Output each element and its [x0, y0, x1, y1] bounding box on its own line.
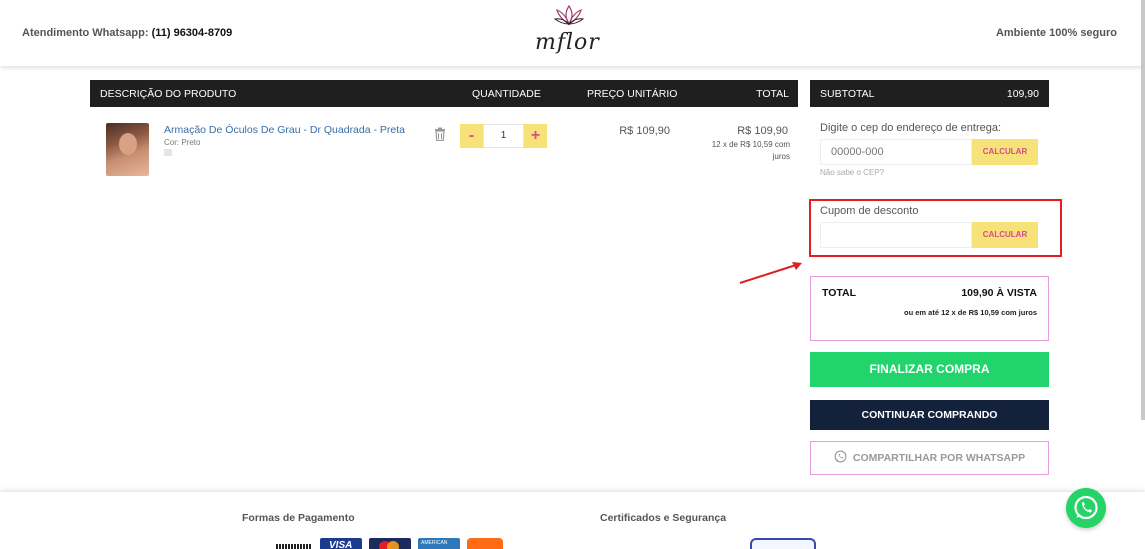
cart-table-header: DESCRIÇÃO DO PRODUTO QUANTIDADE PREÇO UN…	[90, 80, 798, 107]
item-installments: 12 x de R$ 10,59 com juros	[711, 140, 790, 161]
calculate-shipping-button[interactable]: CALCULAR	[972, 139, 1038, 165]
item-total-price: R$ 109,90	[737, 125, 788, 137]
share-whatsapp-button[interactable]: COMPARTILHAR POR WHATSAPP	[810, 441, 1049, 475]
payment-methods-title: Formas de Pagamento	[242, 512, 355, 524]
product-name-link[interactable]: Armação De Óculos De Grau - Dr Quadrada …	[164, 124, 405, 136]
site-footer	[0, 492, 1145, 549]
quantity-decrease-button[interactable]: -	[460, 124, 483, 148]
column-total: TOTAL	[756, 88, 789, 100]
cep-input[interactable]: 00000-000	[820, 139, 972, 165]
total-installments: ou em até 12 x de R$ 10,59 com juros	[904, 308, 1037, 317]
column-description: DESCRIÇÃO DO PRODUTO	[100, 88, 237, 100]
unknown-cep-link[interactable]: Não sabe o CEP?	[820, 168, 884, 176]
page-scrollbar[interactable]	[1141, 0, 1145, 420]
quantity-input[interactable]: 1	[483, 124, 524, 148]
color-swatch	[164, 149, 172, 156]
payment-brand-icon	[467, 538, 503, 549]
secure-environment-text: Ambiente 100% seguro	[995, 27, 1117, 39]
security-certificates-title: Certificados e Segurança	[600, 512, 727, 524]
total-label: TOTAL	[822, 287, 857, 299]
total-value: 109,90 À VISTA	[961, 287, 1037, 299]
cep-label: Digite o cep do endereço de entrega:	[820, 122, 1002, 134]
order-total-box: TOTAL 109,90 À VISTA ou em até 12 x de R…	[810, 276, 1049, 341]
coupon-input[interactable]	[820, 222, 972, 248]
whatsapp-label: Atendimento Whatsapp:	[22, 27, 149, 39]
boleto-barcode-icon	[276, 544, 312, 549]
whatsapp-number[interactable]: (11) 96304-8709	[152, 27, 233, 39]
quantity-increase-button[interactable]: +	[524, 124, 547, 148]
column-unit-price: PREÇO UNITÁRIO	[587, 88, 678, 100]
visa-text: VISA	[329, 540, 353, 549]
coupon-label: Cupom de desconto	[820, 205, 919, 217]
whatsapp-outline-icon	[834, 450, 847, 463]
mastercard-icon	[369, 538, 411, 549]
finalize-purchase-button[interactable]: FINALIZAR COMPRA	[810, 352, 1049, 387]
whatsapp-float-button[interactable]	[1066, 488, 1106, 528]
site-header: Atendimento Whatsapp: (11) 96304-8709 mf…	[0, 0, 1145, 66]
product-variant: Cor: Preto	[164, 138, 201, 147]
subtotal-value: 109,90	[1006, 88, 1039, 100]
lotus-flower-icon	[554, 4, 584, 26]
amex-card-icon: AMERICAN	[418, 538, 460, 549]
red-arrow-annotation-icon	[739, 262, 802, 284]
share-whatsapp-label: COMPARTILHAR POR WHATSAPP	[852, 452, 1026, 464]
unit-price: R$ 109,90	[619, 125, 670, 137]
security-seal-icon	[750, 538, 816, 549]
visa-card-icon: VISA	[320, 538, 362, 549]
subtotal-label: SUBTOTAL	[820, 88, 875, 100]
subtotal-header: SUBTOTAL 109,90	[810, 80, 1049, 107]
continue-shopping-button[interactable]: CONTINUAR COMPRANDO	[810, 400, 1049, 430]
store-logo[interactable]: mflor	[532, 4, 604, 62]
trash-icon[interactable]	[434, 127, 446, 141]
column-quantity: QUANTIDADE	[472, 88, 541, 100]
logo-wordmark: mflor	[535, 30, 600, 55]
apply-coupon-button[interactable]: CALCULAR	[972, 222, 1038, 248]
amex-text: AMERICAN	[421, 540, 448, 546]
whatsapp-contact[interactable]: Atendimento Whatsapp: (11) 96304-8709	[22, 27, 232, 39]
product-image[interactable]	[106, 123, 149, 176]
product-image-face	[119, 133, 137, 155]
